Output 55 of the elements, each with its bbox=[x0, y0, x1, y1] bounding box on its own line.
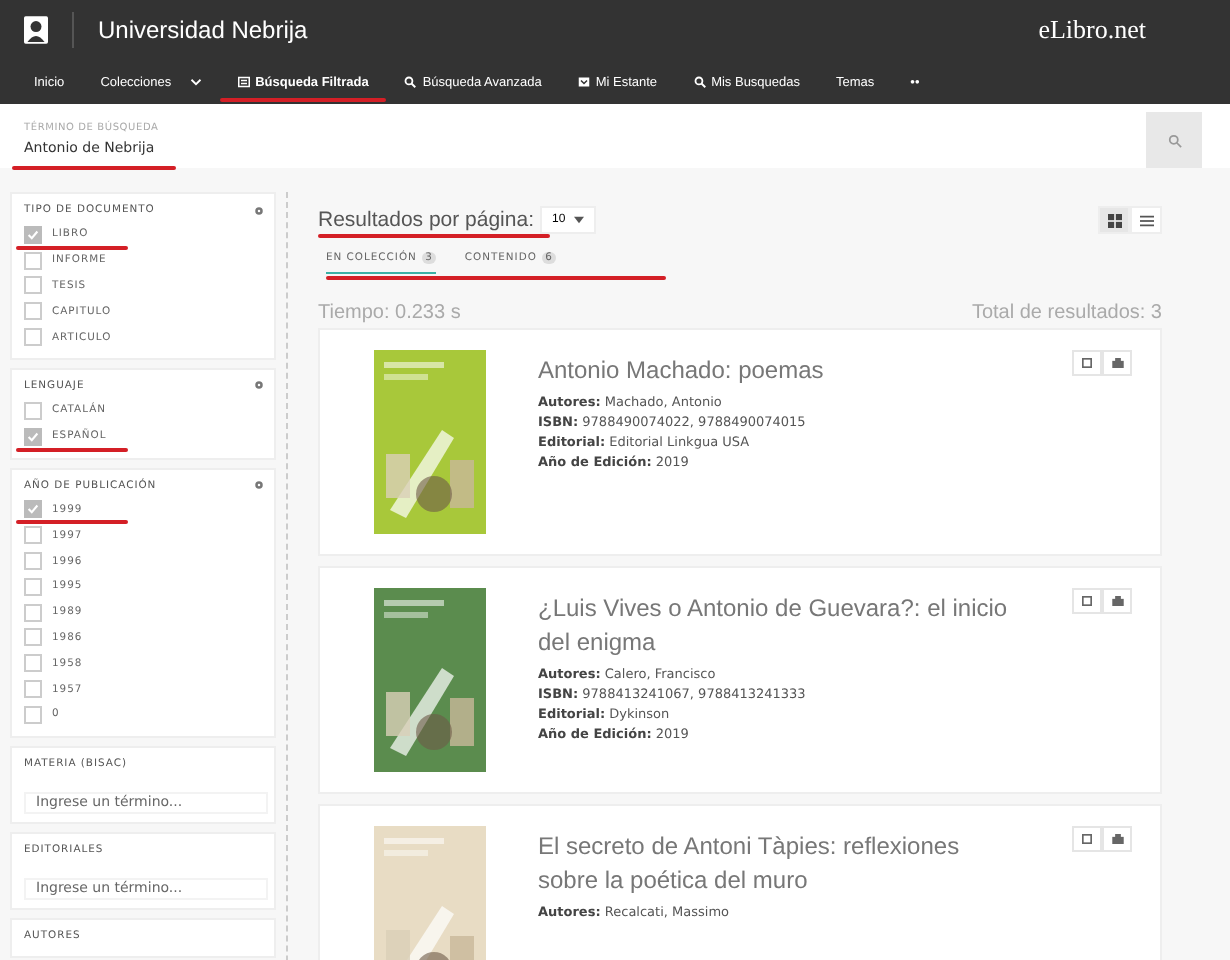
list-icon bbox=[1139, 213, 1153, 227]
shelf-button[interactable] bbox=[1102, 350, 1132, 376]
brand-logo[interactable]: eLibro.net bbox=[1038, 14, 1146, 46]
checkbox[interactable] bbox=[24, 526, 42, 545]
results-per-page-label: Resultados por página: bbox=[318, 208, 534, 232]
checkbox[interactable] bbox=[24, 225, 42, 244]
book-title[interactable]: Antonio Machado: poemas bbox=[538, 354, 1020, 388]
settings-icon[interactable] bbox=[254, 480, 264, 491]
annotation-underline bbox=[16, 245, 128, 250]
book-title[interactable]: El secreto de Antoni Tàpies: reflexiones sobre la poética del muro bbox=[538, 830, 1020, 898]
search-icon bbox=[404, 76, 417, 88]
checkbox[interactable] bbox=[24, 427, 42, 446]
checkbox[interactable] bbox=[24, 654, 42, 673]
annotation-underline bbox=[16, 520, 128, 525]
list-icon bbox=[237, 76, 250, 88]
inbox-icon bbox=[1111, 834, 1123, 844]
checkbox[interactable] bbox=[24, 552, 42, 571]
checkbox[interactable] bbox=[24, 628, 42, 647]
checkbox[interactable] bbox=[24, 705, 42, 724]
read-button[interactable] bbox=[1072, 826, 1102, 852]
checkbox[interactable] bbox=[24, 328, 42, 347]
settings-icon[interactable] bbox=[254, 380, 264, 391]
results-total: Total de resultados: 3 bbox=[971, 302, 1162, 324]
book-title[interactable]: ¿Luis Vives o Antonio de Guevara?: el inicio del enigma bbox=[538, 592, 1020, 660]
checkbox[interactable] bbox=[24, 302, 42, 321]
search-time: Tiempo: 0.233 s bbox=[318, 302, 461, 324]
square-icon bbox=[1082, 358, 1092, 368]
square-icon bbox=[1082, 596, 1092, 606]
inbox-icon bbox=[1111, 596, 1123, 606]
annotation-underline bbox=[16, 447, 128, 452]
checkbox[interactable] bbox=[24, 577, 42, 596]
view-toggle[interactable] bbox=[1098, 206, 1130, 234]
inbox-icon bbox=[577, 76, 590, 88]
institution-name: Universidad Nebrija bbox=[98, 16, 308, 44]
settings-icon[interactable] bbox=[254, 205, 264, 215]
caret-icon bbox=[189, 78, 202, 86]
checkbox[interactable] bbox=[24, 680, 42, 699]
read-button[interactable] bbox=[1072, 588, 1102, 614]
caret-icon bbox=[573, 216, 584, 224]
square-icon bbox=[1082, 834, 1092, 844]
search-icon bbox=[693, 76, 706, 88]
shelf-button[interactable] bbox=[1102, 826, 1132, 852]
checkbox[interactable] bbox=[24, 603, 42, 622]
logo-icon bbox=[24, 16, 48, 44]
checkbox[interactable] bbox=[24, 401, 42, 420]
view-toggle[interactable] bbox=[1130, 206, 1162, 234]
shelf-button[interactable] bbox=[1102, 588, 1132, 614]
checkbox[interactable] bbox=[24, 276, 42, 295]
search-icon bbox=[1167, 133, 1181, 147]
grid-icon bbox=[1107, 213, 1121, 227]
inbox-icon bbox=[1111, 358, 1123, 368]
checkbox[interactable] bbox=[24, 251, 42, 270]
read-button[interactable] bbox=[1072, 350, 1102, 376]
checkbox[interactable] bbox=[24, 500, 42, 519]
search-button[interactable] bbox=[1146, 112, 1202, 168]
